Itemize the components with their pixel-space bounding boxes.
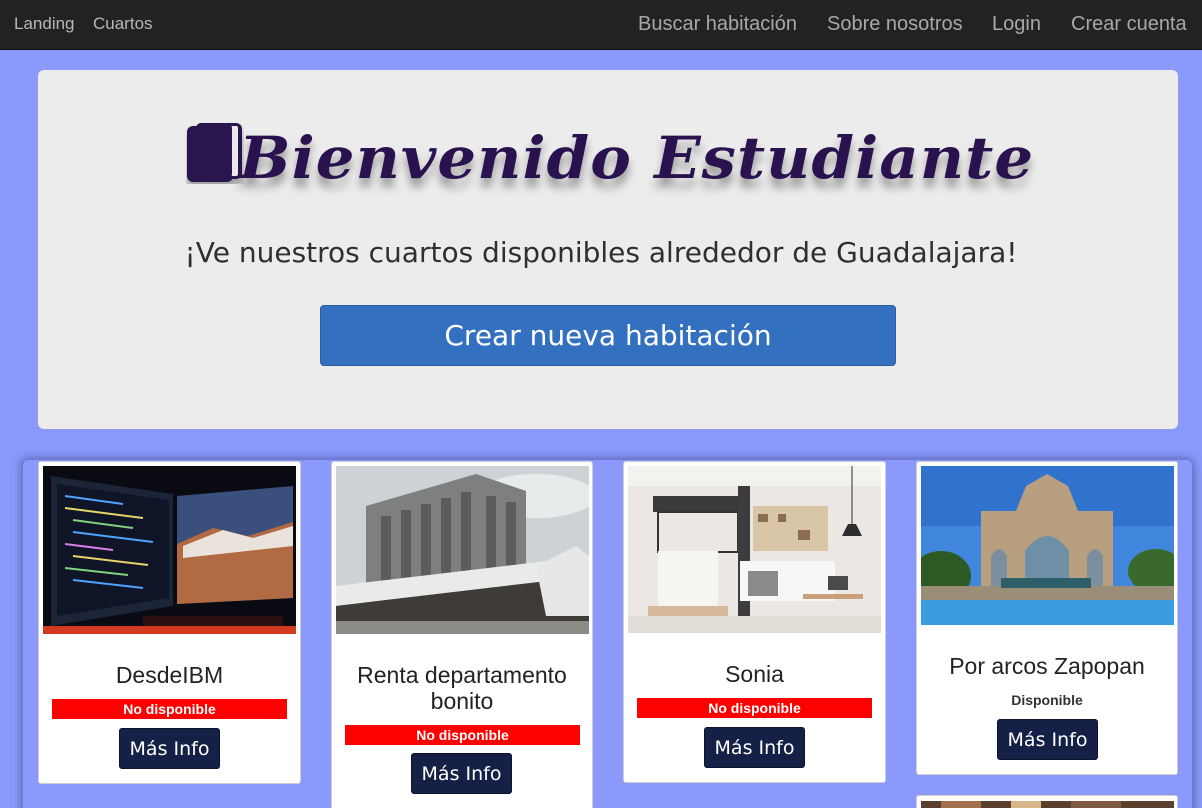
status-badge: No disponible [345, 725, 580, 745]
more-info-button[interactable]: Más Info [704, 727, 805, 768]
nav-crear-cuenta-link[interactable]: Crear cuenta [1071, 13, 1187, 36]
nav-sobre-link[interactable]: Sobre nosotros [827, 13, 963, 36]
card-title: Por arcos Zapopan [949, 653, 1145, 679]
hero-title: Bienvenido Estudiante [0, 118, 1202, 198]
nav-buscar-link[interactable]: Buscar habitación [638, 13, 797, 36]
room-card: Renta departamento bonito No disponible … [331, 461, 593, 808]
hero-title-text: Bienvenido Estudiante [239, 124, 1035, 192]
hero-subtitle: ¡Ve nuestros cuartos disponibles alreded… [184, 236, 1018, 269]
status-badge: No disponible [52, 699, 287, 719]
room-photo[interactable] [921, 801, 1174, 808]
status-badge: Disponible [1011, 692, 1083, 708]
room-card: DesdeIBM No disponible Más Info [38, 461, 301, 784]
card-title: Sonia [725, 661, 784, 687]
arch-fountain-photo[interactable] [921, 466, 1174, 625]
room-card: Sonia No disponible Más Info [623, 461, 886, 783]
card-title: DesdeIBM [115, 662, 224, 688]
book-icon [186, 122, 244, 189]
status-badge: No disponible [637, 698, 872, 718]
card-title: Renta departamento bonito [357, 662, 567, 714]
navbar: Landing Cuartos Buscar habitación Sobre … [0, 0, 1202, 50]
more-info-button[interactable]: Más Info [411, 753, 512, 794]
nav-login-link[interactable]: Login [992, 13, 1041, 36]
more-info-button[interactable]: Más Info [119, 728, 220, 769]
university-building-photo[interactable] [336, 466, 589, 634]
nav-landing-link[interactable]: Landing [14, 14, 75, 34]
create-room-button[interactable]: Crear nueva habitación [320, 305, 896, 366]
nav-cuartos-link[interactable]: Cuartos [93, 14, 153, 34]
kitchen-photo[interactable] [628, 466, 881, 633]
room-card-partial [916, 795, 1178, 808]
room-card: Por arcos Zapopan Disponible Más Info [916, 461, 1178, 775]
more-info-button[interactable]: Más Info [997, 719, 1098, 760]
computer-monitor-photo[interactable] [43, 466, 296, 634]
